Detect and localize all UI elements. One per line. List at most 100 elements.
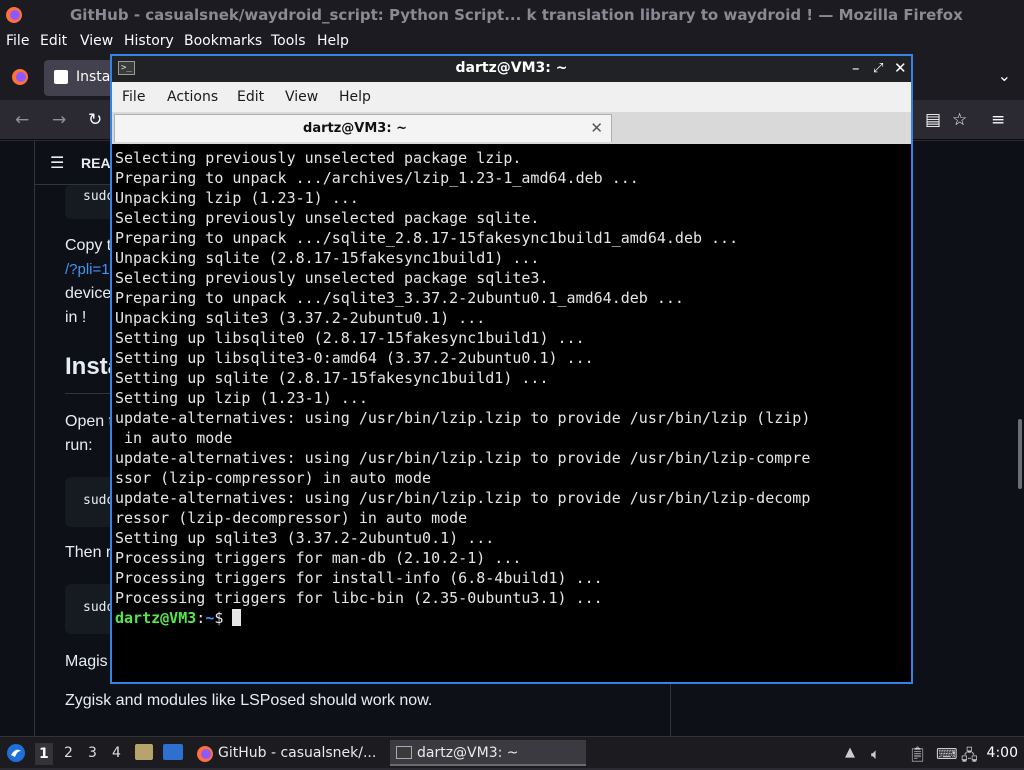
prompt-symbol: $	[214, 609, 224, 627]
terminal-line: in auto mode	[115, 429, 233, 447]
minimize-icon[interactable]: –	[852, 59, 860, 77]
clipboard-icon[interactable]: 📋︎	[908, 745, 927, 763]
reader-view-icon[interactable]: ▤	[925, 110, 941, 130]
list-tabs-chevron-icon[interactable]: ⌄	[998, 66, 1011, 85]
start-menu-icon[interactable]	[6, 743, 26, 763]
volume-icon[interactable]: 🔈︎	[871, 745, 880, 763]
page-scrollbar[interactable]	[1018, 419, 1022, 489]
keyboard-icon[interactable]: ⌨	[936, 745, 958, 763]
maximize-icon[interactable]: ⤢	[873, 61, 883, 76]
prompt-separator: :	[196, 609, 206, 627]
bookmark-star-icon[interactable]: ☆	[952, 110, 967, 130]
paragraph-text: Magis	[65, 653, 108, 670]
terminal-line: Unpacking lzip (1.23-1) ...	[115, 189, 359, 207]
terminal-line: Selecting previously unselected package …	[115, 209, 540, 227]
prompt-user: dartz@VM3	[115, 609, 197, 627]
terminal-prompt[interactable]: dartz@VM3:~$	[115, 608, 810, 628]
firefox-titlebar: GitHub - casualsnek/waydroid_script: Pyt…	[0, 0, 1024, 30]
terminal-app-icon	[396, 746, 412, 759]
terminal-line: Processing triggers for libc-bin (2.35-0…	[115, 589, 603, 607]
terminal-line: Selecting previously unselected package …	[115, 269, 549, 287]
page-favicon-icon	[54, 70, 68, 84]
terminal-line: Preparing to unpack .../archives/lzip_1.…	[115, 169, 639, 187]
clock[interactable]: 4:00	[987, 745, 1018, 761]
ff-menu-history[interactable]: History	[124, 33, 174, 49]
terminal-line: Unpacking sqlite (2.8.17-15fakesync1buil…	[115, 249, 540, 267]
terminal-output[interactable]: Selecting previously unselected package …	[112, 144, 911, 682]
app-menu-icon[interactable]: ≡	[991, 110, 1005, 130]
page-left-gutter	[0, 141, 35, 736]
paragraph-text: Copy t	[65, 237, 112, 254]
terminal-line: ressor (lzip-decompressor) in auto mode	[115, 509, 468, 527]
task-terminal[interactable]: dartz@VM3: ~	[390, 740, 586, 766]
task-label: GitHub - casualsnek/...	[218, 745, 377, 761]
show-desktop-icon[interactable]	[163, 744, 183, 760]
paragraph-text: device	[65, 285, 112, 302]
terminal-line: Setting up sqlite3 (3.37.2-2ubuntu0.1) .…	[115, 529, 495, 547]
terminal-line: Unpacking sqlite3 (3.37.2-2ubuntu0.1) ..…	[115, 309, 486, 327]
terminal-line: update-alternatives: using /usr/bin/lzip…	[115, 409, 811, 427]
terminal-line: Setting up lzip (1.23-1) ...	[115, 389, 368, 407]
workspace-2[interactable]: 2	[64, 745, 73, 761]
firefox-icon	[197, 746, 213, 762]
term-menu-actions[interactable]: Actions	[167, 89, 218, 105]
reload-icon[interactable]: ↻	[88, 110, 102, 130]
terminal-titlebar[interactable]: >_ dartz@VM3: ~ – ⤢ ✕	[112, 56, 911, 82]
firefox-icon	[6, 7, 22, 23]
terminal-tabbar: dartz@VM3: ~ ✕	[112, 112, 911, 144]
term-menu-file[interactable]: File	[122, 89, 145, 105]
terminal-line: Processing triggers for install-info (6.…	[115, 569, 603, 587]
prompt-path: ~	[205, 609, 215, 627]
ff-menu-file[interactable]: File	[6, 33, 29, 49]
terminal-menubar: File Actions Edit View Help	[112, 82, 911, 112]
article-link[interactable]: /?pli=1	[65, 261, 110, 278]
ff-menu-help[interactable]: Help	[317, 33, 349, 49]
file-manager-icon[interactable]	[135, 744, 153, 760]
paragraph-text: Open t	[65, 413, 114, 430]
firefox-view-icon[interactable]	[11, 68, 29, 86]
ff-menu-bookmarks[interactable]: Bookmarks	[184, 33, 262, 49]
task-label: dartz@VM3: ~	[417, 745, 519, 761]
update-notifier-icon[interactable]: ▲	[845, 745, 855, 760]
terminal-line: update-alternatives: using /usr/bin/lzip…	[115, 449, 811, 467]
back-icon[interactable]: ←	[15, 110, 29, 130]
task-firefox[interactable]: GitHub - casualsnek/...	[192, 740, 385, 766]
terminal-tab[interactable]: dartz@VM3: ~ ✕	[114, 114, 612, 142]
term-menu-help[interactable]: Help	[339, 89, 371, 105]
terminal-window: >_ dartz@VM3: ~ – ⤢ ✕ File Actions Edit …	[110, 54, 913, 684]
paragraph-text: in !	[65, 309, 87, 326]
browser-tab-active[interactable]: Insta	[44, 60, 114, 96]
paragraph-text: Then r	[65, 544, 112, 561]
firefox-window-title: GitHub - casualsnek/waydroid_script: Pyt…	[70, 6, 963, 24]
terminal-line: Preparing to unpack .../sqlite_2.8.17-15…	[115, 229, 739, 247]
outline-list-icon[interactable]: ☰	[50, 153, 64, 172]
text-cursor	[232, 609, 242, 626]
forward-icon[interactable]: →	[52, 110, 66, 130]
terminal-line: ssor (lzip-compressor) in auto mode	[115, 469, 432, 487]
term-menu-view[interactable]: View	[285, 89, 318, 105]
ff-menu-tools[interactable]: Tools	[271, 33, 306, 49]
paragraph-text: run:	[65, 437, 93, 454]
paragraph-text: Zygisk and modules like LSPosed should w…	[65, 692, 433, 709]
terminal-tab-label: dartz@VM3: ~	[303, 121, 407, 136]
terminal-line: Setting up sqlite (2.8.17-15fakesync1bui…	[115, 369, 549, 387]
term-menu-edit[interactable]: Edit	[237, 89, 264, 105]
close-icon[interactable]: ✕	[894, 59, 907, 77]
terminal-line: update-alternatives: using /usr/bin/lzip…	[115, 489, 811, 507]
network-icon[interactable]: 🖧︎	[961, 745, 978, 770]
workspace-1[interactable]: 1	[35, 743, 53, 765]
ff-menu-view[interactable]: View	[80, 33, 113, 49]
workspace-4[interactable]: 4	[112, 745, 121, 761]
terminal-lines: Selecting previously unselected package …	[115, 148, 810, 628]
workspace-3[interactable]: 3	[88, 745, 97, 761]
firefox-menubar: File Edit View History Bookmarks Tools H…	[0, 30, 1024, 54]
terminal-line: Preparing to unpack .../sqlite3_3.37.2-2…	[115, 289, 684, 307]
terminal-line: Setting up libsqlite3-0:amd64 (3.37.2-2u…	[115, 349, 594, 367]
taskbar: 1 2 3 4 GitHub - casualsnek/... dartz@VM…	[0, 736, 1024, 768]
readme-label: REA	[81, 155, 111, 171]
terminal-window-title: dartz@VM3: ~	[455, 60, 568, 76]
tab-label: Insta	[76, 69, 111, 85]
terminal-line: Setting up libsqlite0 (2.8.17-15fakesync…	[115, 329, 585, 347]
ff-menu-edit[interactable]: Edit	[40, 33, 67, 49]
tab-close-icon[interactable]: ✕	[590, 119, 603, 137]
